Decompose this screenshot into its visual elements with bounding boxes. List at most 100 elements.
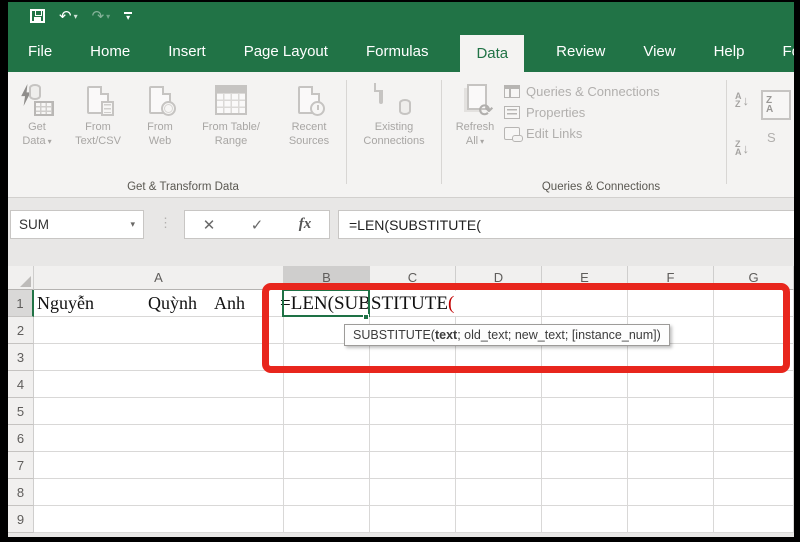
cell-D8[interactable] bbox=[456, 479, 542, 506]
tab-page-layout[interactable]: Page Layout bbox=[238, 30, 334, 72]
row-header-2[interactable]: 2 bbox=[8, 317, 34, 344]
name-box[interactable]: SUM ▾ bbox=[10, 210, 144, 239]
column-header-D[interactable]: D bbox=[456, 266, 542, 290]
cell-B8[interactable] bbox=[284, 479, 370, 506]
cell-E1[interactable] bbox=[542, 290, 628, 317]
properties-icon bbox=[504, 106, 520, 119]
save-icon[interactable] bbox=[30, 9, 45, 23]
column-header-B[interactable]: B bbox=[284, 266, 370, 290]
row-header-8[interactable]: 8 bbox=[8, 479, 34, 506]
chevron-down-icon[interactable]: ▾ bbox=[130, 219, 135, 230]
cell-G3[interactable] bbox=[714, 344, 794, 371]
cell-A5[interactable] bbox=[34, 398, 284, 425]
cell-G8[interactable] bbox=[714, 479, 794, 506]
row-header-1[interactable]: 1 bbox=[8, 290, 34, 317]
cell-G4[interactable] bbox=[714, 371, 794, 398]
cell-C6[interactable] bbox=[370, 425, 456, 452]
existing-connections-button: Existing Connections bbox=[351, 78, 437, 148]
row-header-7[interactable]: 7 bbox=[8, 452, 34, 479]
cell-D5[interactable] bbox=[456, 398, 542, 425]
tab-review[interactable]: Review bbox=[550, 30, 611, 72]
cell-A9[interactable] bbox=[34, 506, 284, 533]
cell-G1[interactable] bbox=[714, 290, 794, 317]
cell-F4[interactable] bbox=[628, 371, 714, 398]
tab-insert[interactable]: Insert bbox=[162, 30, 212, 72]
cell-B6[interactable] bbox=[284, 425, 370, 452]
row-header-4[interactable]: 4 bbox=[8, 371, 34, 398]
cell-C3[interactable] bbox=[370, 344, 456, 371]
cell-E7[interactable] bbox=[542, 452, 628, 479]
cell-A4[interactable] bbox=[34, 371, 284, 398]
cell-B9[interactable] bbox=[284, 506, 370, 533]
row-header-3[interactable]: 3 bbox=[8, 344, 34, 371]
recent-sources-button: Recent Sources bbox=[276, 78, 342, 148]
sheet-row-6: 6 bbox=[8, 425, 794, 452]
cell-G9[interactable] bbox=[714, 506, 794, 533]
select-all-corner[interactable] bbox=[8, 266, 34, 290]
cell-F6[interactable] bbox=[628, 425, 714, 452]
cell-C4[interactable] bbox=[370, 371, 456, 398]
formula-input[interactable]: =LEN(SUBSTITUTE( bbox=[338, 210, 794, 239]
tab-formulas[interactable]: Formulas bbox=[360, 30, 435, 72]
insert-function-button[interactable]: fx bbox=[299, 216, 312, 233]
refresh-all-button: ⟳ Refresh All▾ bbox=[446, 78, 504, 149]
cancel-button[interactable]: ✕ bbox=[203, 216, 216, 234]
cell-E3[interactable] bbox=[542, 344, 628, 371]
cell-D3[interactable] bbox=[456, 344, 542, 371]
cell-E4[interactable] bbox=[542, 371, 628, 398]
cell-F1[interactable] bbox=[628, 290, 714, 317]
tab-partial[interactable]: Fo bbox=[776, 30, 794, 72]
customize-quick-access-button[interactable]: ▾ bbox=[124, 12, 132, 21]
cell-F5[interactable] bbox=[628, 398, 714, 425]
cell-A2[interactable] bbox=[34, 317, 284, 344]
cell-B5[interactable] bbox=[284, 398, 370, 425]
cell-C7[interactable] bbox=[370, 452, 456, 479]
cell-B4[interactable] bbox=[284, 371, 370, 398]
enter-button[interactable]: ✓ bbox=[251, 216, 264, 234]
cell-D6[interactable] bbox=[456, 425, 542, 452]
cell-D9[interactable] bbox=[456, 506, 542, 533]
column-header-F[interactable]: F bbox=[628, 266, 714, 290]
cell-D1[interactable] bbox=[456, 290, 542, 317]
row-header-6[interactable]: 6 bbox=[8, 425, 34, 452]
cell-A8[interactable] bbox=[34, 479, 284, 506]
cell-G5[interactable] bbox=[714, 398, 794, 425]
tab-view[interactable]: View bbox=[637, 30, 681, 72]
sort-filter-group: AZ ↓ ZA ↓ ZA S bbox=[731, 78, 777, 188]
cell-E9[interactable] bbox=[542, 506, 628, 533]
cell-B3[interactable] bbox=[284, 344, 370, 371]
cell-A6[interactable] bbox=[34, 425, 284, 452]
cell-F7[interactable] bbox=[628, 452, 714, 479]
cell-B7[interactable] bbox=[284, 452, 370, 479]
cell-E6[interactable] bbox=[542, 425, 628, 452]
row-header-5[interactable]: 5 bbox=[8, 398, 34, 425]
tab-home[interactable]: Home bbox=[84, 30, 136, 72]
cell-G6[interactable] bbox=[714, 425, 794, 452]
cell-F9[interactable] bbox=[628, 506, 714, 533]
tab-help[interactable]: Help bbox=[708, 30, 751, 72]
cell-D4[interactable] bbox=[456, 371, 542, 398]
undo-icon: ↶ bbox=[59, 9, 72, 24]
cell-C5[interactable] bbox=[370, 398, 456, 425]
cell-A7[interactable] bbox=[34, 452, 284, 479]
cell-C8[interactable] bbox=[370, 479, 456, 506]
cell-A3[interactable] bbox=[34, 344, 284, 371]
cell-E5[interactable] bbox=[542, 398, 628, 425]
column-header-E[interactable]: E bbox=[542, 266, 628, 290]
fill-handle[interactable] bbox=[363, 314, 369, 320]
cell-F8[interactable] bbox=[628, 479, 714, 506]
cell-F3[interactable] bbox=[628, 344, 714, 371]
cell-E8[interactable] bbox=[542, 479, 628, 506]
tab-data[interactable]: Data bbox=[460, 35, 524, 72]
column-header-C[interactable]: C bbox=[370, 266, 456, 290]
cell-G2[interactable] bbox=[714, 317, 794, 344]
undo-button[interactable]: ↶ ▾ bbox=[59, 9, 78, 24]
column-header-G[interactable]: G bbox=[714, 266, 794, 290]
column-header-A[interactable]: A bbox=[34, 266, 284, 290]
cell-C9[interactable] bbox=[370, 506, 456, 533]
row-header-9[interactable]: 9 bbox=[8, 506, 34, 533]
cell-D7[interactable] bbox=[456, 452, 542, 479]
cell-G7[interactable] bbox=[714, 452, 794, 479]
tab-file[interactable]: File bbox=[22, 30, 58, 72]
namebox-resize-handle[interactable]: ⋮ bbox=[159, 215, 171, 231]
